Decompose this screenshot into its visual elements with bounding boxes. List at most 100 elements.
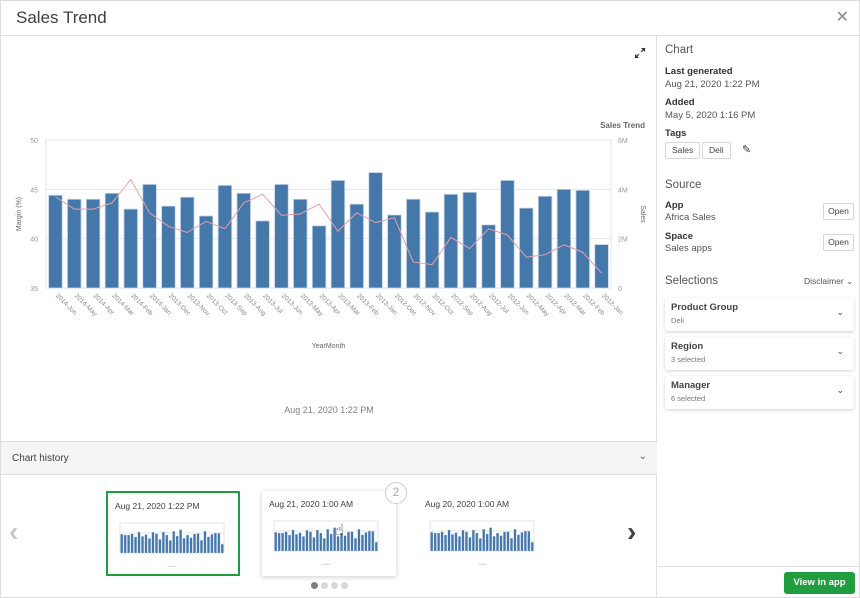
bar xyxy=(322,538,326,552)
selection-name: Manager xyxy=(671,380,711,391)
sales-trend-chart: 35 040 2M45 4M50 6M2014-Jun2014-May2014-Apr2… xyxy=(16,121,646,350)
history-card[interactable]: Aug 21, 2020 1:00 AM YearMonth xyxy=(262,491,396,576)
bar xyxy=(594,244,609,289)
bar xyxy=(189,537,193,554)
bar xyxy=(424,211,440,289)
bar xyxy=(368,172,383,289)
added-label: Added xyxy=(665,97,695,108)
bar xyxy=(277,532,281,552)
open-space-button[interactable]: Open xyxy=(823,234,854,251)
bar xyxy=(361,534,364,552)
bar xyxy=(213,532,217,554)
bar xyxy=(492,536,496,552)
bar xyxy=(200,540,203,554)
bar xyxy=(161,205,176,289)
bar xyxy=(203,531,207,554)
history-card[interactable]: Aug 20, 2020 1:00 AM YearMonth xyxy=(418,491,552,576)
selections-section-title: Selections xyxy=(665,275,719,287)
previous-arrow-icon[interactable]: ‹ xyxy=(9,516,18,548)
history-pagination xyxy=(311,582,348,589)
bar xyxy=(371,531,375,552)
page-dot[interactable] xyxy=(341,582,348,589)
bar xyxy=(444,534,447,552)
selection-value: Deli xyxy=(671,316,684,325)
bar xyxy=(478,538,482,552)
chart-history-toggle[interactable]: Chart history ⌄ xyxy=(1,441,657,475)
close-icon[interactable]: ✕ xyxy=(836,7,849,27)
bar xyxy=(349,203,364,289)
selection-name: Product Group xyxy=(671,302,739,313)
tags-label: Tags xyxy=(665,128,687,139)
bar xyxy=(120,534,124,554)
bar xyxy=(374,542,378,552)
page-dot[interactable] xyxy=(331,582,338,589)
bar xyxy=(309,531,312,552)
bar xyxy=(142,184,157,289)
edit-tags-icon[interactable]: ✎ xyxy=(742,143,751,156)
history-count-badge: 2 xyxy=(385,482,407,504)
bar xyxy=(437,532,441,552)
bar xyxy=(141,536,144,554)
y-axis-title: Margin (%) xyxy=(16,197,23,231)
disclaimer-dropdown[interactable]: Disclaimer ⌄ xyxy=(804,276,853,287)
bar xyxy=(198,215,214,289)
bar xyxy=(151,532,155,554)
sidebar-footer: View in app xyxy=(658,566,860,598)
tag-sales[interactable]: Sales xyxy=(665,142,701,159)
bar xyxy=(326,529,330,552)
generated-timestamp: Aug 21, 2020 1:22 PM xyxy=(284,405,374,415)
bar xyxy=(475,532,479,552)
view-in-app-button[interactable]: View in app xyxy=(784,572,855,594)
bar xyxy=(210,534,214,554)
expand-icon[interactable] xyxy=(633,46,647,60)
bar xyxy=(482,529,486,552)
y-tick-label: 50 xyxy=(30,138,38,145)
space-value: Sales apps xyxy=(665,243,713,254)
chevron-down-icon: ⌄ xyxy=(836,346,844,356)
disclaimer-label: Disclaimer xyxy=(804,276,844,286)
bar xyxy=(471,529,475,552)
bar xyxy=(144,534,148,554)
bar xyxy=(523,530,527,552)
next-arrow-icon[interactable]: › xyxy=(627,516,636,548)
bar xyxy=(347,531,350,552)
bar xyxy=(295,534,298,552)
bar xyxy=(67,198,82,289)
page-dot[interactable] xyxy=(311,582,318,589)
bar xyxy=(319,532,323,552)
y2-tick-label: 6M xyxy=(618,138,628,145)
bar xyxy=(172,531,176,554)
page-dot[interactable] xyxy=(321,582,328,589)
tag-deli[interactable]: Deli xyxy=(702,142,731,159)
bar xyxy=(186,534,189,554)
bar xyxy=(48,194,63,289)
app-value: Africa Sales xyxy=(665,212,716,223)
bar xyxy=(357,529,361,552)
bar xyxy=(489,527,493,552)
last-generated-value: Aug 21, 2020 1:22 PM xyxy=(665,79,760,90)
bar xyxy=(496,532,499,552)
added-value: May 5, 2020 1:16 PM xyxy=(665,110,756,121)
bar xyxy=(104,192,120,289)
selection-name: Region xyxy=(671,341,704,352)
source-section-title: Source xyxy=(665,179,702,191)
open-app-button[interactable]: Open xyxy=(823,203,854,220)
chevron-down-icon: ⌄ xyxy=(836,385,844,395)
bar xyxy=(465,531,468,552)
bar xyxy=(485,533,489,552)
bar xyxy=(182,538,186,554)
bar xyxy=(530,542,534,552)
x-axis-title: YearMonth xyxy=(167,565,177,568)
bar xyxy=(168,540,172,554)
selection-value: 6 selected xyxy=(671,394,706,403)
selection-product-group[interactable]: Product Group Deli ⌄ xyxy=(665,298,854,331)
bar xyxy=(350,531,354,552)
bar xyxy=(458,536,461,552)
bar xyxy=(575,189,590,289)
bar xyxy=(510,538,513,552)
bar xyxy=(196,533,200,554)
bar xyxy=(284,531,288,552)
selection-manager[interactable]: Manager 6 selected ⌄ xyxy=(665,376,854,409)
history-card[interactable]: Aug 21, 2020 1:22 PM YearMonth xyxy=(106,491,240,576)
selection-region[interactable]: Region 3 selected ⌄ xyxy=(665,337,854,370)
